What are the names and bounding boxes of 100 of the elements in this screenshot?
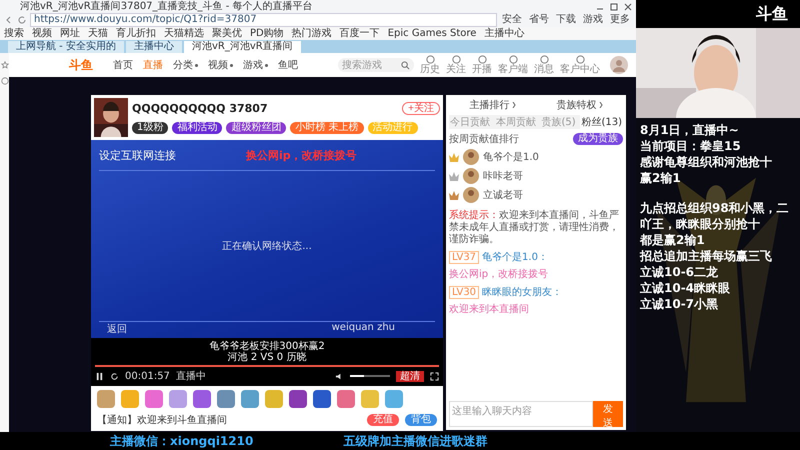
chat-message: 换公网ip，改桥接拨号 [449,268,548,281]
tag-pill[interactable]: 超级粉丝团 [226,122,286,134]
overlay-text: 当前项目：拳皇15 [640,138,742,154]
bookmark-link[interactable]: 天猫 [88,27,108,40]
browser-tab[interactable]: 上网导航 - 安全实用的 [8,41,124,53]
gift-icon[interactable] [193,390,211,408]
bookmark-link[interactable]: 育儿折扣 [116,27,156,40]
user-avatar [463,187,479,203]
bookmark-link[interactable]: 网址 [60,27,80,40]
user-name: weiquan zhu [332,322,395,335]
nav-icon-label[interactable]: 开播 [472,64,492,75]
room-title: QQQQQQQQQQ 37807 [132,102,268,114]
user-link[interactable]: 眯眯眼的女朋友： [482,285,562,299]
circle-icon[interactable] [576,55,584,64]
level-badge: LV30 [449,286,480,298]
avatar[interactable] [610,56,628,74]
bookmark-link[interactable]: PD购物 [250,27,284,40]
rank-tab[interactable]: 粉丝(13) [580,115,623,129]
nav-link[interactable]: 鱼吧 [278,58,298,72]
tag-pill[interactable]: 福利活动 [172,122,222,134]
circle-icon[interactable] [478,55,486,64]
bookmark-link[interactable]: Epic Games Store [388,27,476,40]
logo: 斗鱼 [756,4,788,24]
gift-icon[interactable] [145,390,163,408]
user-name: 咔咔老哥 [483,170,523,183]
close-icon[interactable] [624,2,632,10]
search-icon[interactable] [401,60,410,70]
bookmark-link[interactable]: 视频 [32,27,52,40]
nav-link[interactable]: 视频 [208,58,228,72]
overlay-text: 感谢龟尊组织和河池抢十 [640,154,773,170]
dropdown-dot-icon[interactable] [230,64,233,66]
toolbar-button[interactable]: 更多 [608,14,632,26]
bookmark-link[interactable]: 百度一下 [340,27,380,40]
join-button[interactable]: 成为贵族 [573,133,623,145]
gift-icon[interactable] [289,390,307,408]
nav-icon-label[interactable]: 客户端 [498,64,528,75]
window-title: 河池vR_河池vR直播间37807_直播竞技_斗鱼 - 每个人的直播平台 [20,0,314,13]
browser-tab[interactable]: 主播中心 [126,41,182,53]
user-avatar [463,168,479,184]
circle-icon[interactable] [540,55,548,64]
quality-button[interactable]: 超清 [396,370,424,382]
browser-tab[interactable]: 河池vR_河池vR直播间 [184,41,301,53]
fullscreen-icon[interactable] [430,372,439,380]
nav-icon-label[interactable]: 客户中心 [560,64,600,75]
dropdown-dot-icon[interactable] [265,64,268,66]
bookmark-link[interactable]: 主播中心 [484,27,524,40]
tag-pill[interactable]: 1级粉 [132,122,168,134]
gift-icon[interactable] [217,390,235,408]
time-text: 00:01:57 [125,370,170,382]
overlay-text: 吖王，眯眯眼分别抢十 [640,216,761,232]
screen-title: 设定互联网连接 [99,148,176,162]
level-badge: LV37 [449,250,480,264]
nav-link[interactable]: 游戏 [243,58,263,72]
gift-icon[interactable] [313,390,331,408]
toolbar-button[interactable]: 省号 [527,14,551,26]
clock-icon[interactable] [0,77,8,85]
overlay-text: 都是赢2输1 [640,232,706,248]
dropdown-dot-icon[interactable] [195,64,198,66]
live-label: 直播中 [176,370,206,383]
circle-icon[interactable] [426,55,434,64]
nav-link[interactable]: 分类 [173,58,193,72]
overlay-text: 赢2输1 [640,170,682,186]
notice-text: 【通知】欢迎来到斗鱼直播间 [97,414,227,427]
bookmark-link[interactable]: 天猫精选 [164,27,204,40]
star-icon[interactable] [0,61,8,69]
overlay-text: 招总追加主播每场赢三飞 [640,248,773,264]
toolbar-button[interactable]: 安全 [500,14,524,26]
footer-text: 五级牌加主播微信进歌迷群 [343,432,488,450]
overlay-text: 立诚10-7小黑 [640,296,720,312]
overlay-text: 立诚10-4眯眯眼 [640,280,732,296]
bookmark-link[interactable]: 热门游戏 [292,27,332,40]
nav-link[interactable]: 首页 [113,58,133,72]
toolbar-button[interactable]: 下载 [554,14,578,26]
chat-message: 欢迎来到本直播间 [449,302,529,316]
nav-icon-label[interactable]: 消息 [534,64,554,75]
user-link[interactable]: 龟爷个是1.0： [482,250,548,264]
back-hint: 返回 [107,322,127,337]
header-link[interactable]: 主播排行 [470,98,510,112]
user-name: 龟爷个是1.0 [483,151,539,164]
bookmark-link[interactable]: 搜索 [4,27,24,40]
maximize-icon[interactable] [610,2,618,10]
annotation: 换公网ip，改桥接拨号 [246,148,357,162]
nav-icon-label[interactable]: 历史 [420,64,440,75]
bookmark-link[interactable]: 聚美优 [212,27,242,40]
circle-icon[interactable] [452,55,460,64]
toolbar-button[interactable]: 游戏 [581,14,605,26]
address-field[interactable]: https://www.douyu.com/topic/Q1?rid=37807 [30,13,497,27]
pause-icon[interactable] [95,372,104,380]
nav-icon-label[interactable]: 关注 [446,64,466,75]
circle-icon[interactable] [508,55,518,64]
gift-icon[interactable] [241,390,259,408]
overlay-text: 8月1日，直播中~ [640,122,740,138]
chevron-icon[interactable] [512,102,516,108]
header-link[interactable]: 贵族特权 [556,98,596,112]
subtitle: 河池 2 VS 0 历晓 [228,352,306,363]
status-text: 正在确认网络状态... [222,240,312,253]
chevron-icon[interactable] [598,102,602,108]
gift-icon[interactable] [337,390,355,408]
footer-text: 主播微信：xiongqi1210 [110,432,254,450]
overlay-text: 立诚10-6二龙 [640,264,720,280]
